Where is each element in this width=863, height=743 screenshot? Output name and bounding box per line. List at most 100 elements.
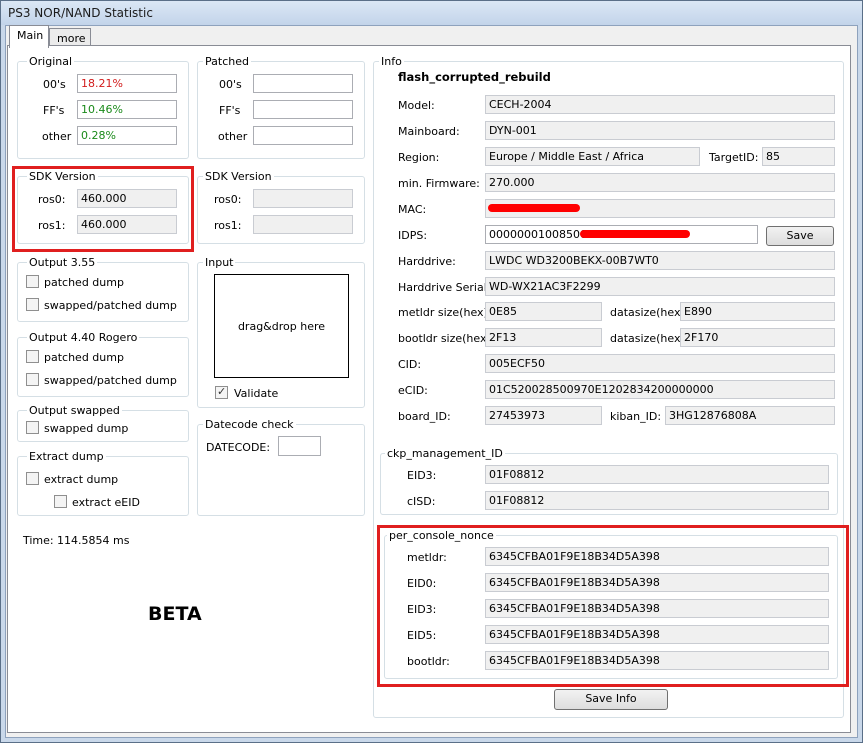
save-info-label: Save Info bbox=[585, 692, 637, 705]
input-title: Input bbox=[203, 256, 236, 269]
patched-00-field[interactable] bbox=[253, 74, 353, 93]
title-bar[interactable]: PS3 NOR/NAND Statistic bbox=[1, 1, 862, 25]
bootldr-size-field: 2F13 bbox=[485, 328, 602, 347]
output-swapped-title: Output swapped bbox=[27, 404, 122, 417]
output-355-swapped-checkbox[interactable] bbox=[26, 298, 39, 311]
board-id-label: board_ID: bbox=[398, 410, 451, 423]
region-field: Europe / Middle East / Africa bbox=[485, 147, 700, 166]
output-440-title: Output 4.40 Rogero bbox=[27, 331, 140, 344]
extract-eeid-checkbox[interactable] bbox=[54, 495, 67, 508]
ckp-cisd-field: 01F08812 bbox=[485, 491, 829, 510]
idps-label: IDPS: bbox=[398, 229, 428, 242]
metldr-size-label: metldr size(hex): bbox=[398, 306, 492, 319]
time-value: 114.5854 ms bbox=[57, 534, 130, 547]
patched-other-field[interactable] bbox=[253, 126, 353, 145]
metldr-size-field: 0E85 bbox=[485, 302, 602, 321]
patched-00-label: 00's bbox=[219, 78, 242, 91]
drag-drop-area[interactable]: drag&drop here bbox=[214, 274, 349, 378]
sdk-highlight-box bbox=[12, 166, 194, 252]
output-355-patched-checkbox[interactable] bbox=[26, 275, 39, 288]
mac-label: MAC: bbox=[398, 203, 427, 216]
metldr-datasize-value: E890 bbox=[684, 305, 712, 318]
extract-dump-checkbox[interactable] bbox=[26, 472, 39, 485]
output-355-group bbox=[17, 262, 189, 322]
mainboard-label: Mainboard: bbox=[398, 125, 460, 138]
ckp-cisd-label: cISD: bbox=[407, 495, 436, 508]
metldr-datasize-field: E890 bbox=[680, 302, 835, 321]
kiban-id-label: kiban_ID: bbox=[610, 410, 662, 423]
ckp-title: ckp_management_ID bbox=[385, 447, 505, 460]
tab-main-label: Main bbox=[17, 29, 44, 42]
kiban-id-value: 3HG12876808A bbox=[669, 409, 757, 422]
ckp-cisd-value: 01F08812 bbox=[489, 494, 545, 507]
ecid-value: 01C520028500970E1202834200000000 bbox=[489, 383, 714, 396]
output-440-group bbox=[17, 337, 189, 397]
output-355-title: Output 3.55 bbox=[27, 256, 98, 269]
board-id-field: 27453973 bbox=[485, 406, 602, 425]
idps-redaction bbox=[580, 230, 690, 238]
bootldr-size-value: 2F13 bbox=[489, 331, 517, 344]
bootldr-datasize-label: datasize(hex): bbox=[610, 332, 689, 345]
save-info-button[interactable]: Save Info bbox=[554, 689, 668, 710]
validate-checkbox[interactable] bbox=[215, 385, 228, 399]
original-ff-field[interactable]: 10.46% bbox=[77, 100, 177, 119]
nonce-highlight-box bbox=[377, 525, 849, 687]
cid-label: CID: bbox=[398, 358, 422, 371]
save-button-label: Save bbox=[786, 229, 814, 242]
output-swapped-checkbox[interactable] bbox=[26, 421, 39, 434]
harddrive-field: ᒪWDC WD3200BEKX-00B7WT0 bbox=[485, 251, 835, 270]
extract-eeid-label[interactable]: extract eEID bbox=[72, 496, 140, 509]
region-label: Region: bbox=[398, 151, 440, 164]
mac-redaction bbox=[488, 204, 580, 212]
ecid-field: 01C520028500970E1202834200000000 bbox=[485, 380, 835, 399]
board-id-value: 27453973 bbox=[489, 409, 545, 422]
drag-drop-text: drag&drop here bbox=[237, 319, 326, 333]
patched-sdk-ros1-field bbox=[253, 215, 353, 234]
datecode-label: DATECODE: bbox=[206, 441, 271, 454]
patched-sdk-ros0-field bbox=[253, 189, 353, 208]
datecode-title: Datecode check bbox=[203, 418, 296, 431]
min-firmware-label: min. Firmware: bbox=[398, 177, 480, 190]
targetid-field: 85 bbox=[762, 147, 835, 166]
harddrive-serial-field: WD-WX21AC3F2299 bbox=[485, 277, 835, 296]
targetid-value: 85 bbox=[766, 150, 780, 163]
cid-value: 005ECF50 bbox=[489, 357, 545, 370]
info-heading: flash_corrupted_rebuild bbox=[398, 70, 551, 84]
original-other-label: other bbox=[42, 130, 72, 143]
bootldr-datasize-value: 2F170 bbox=[684, 331, 719, 344]
ckp-eid3-field: 01F08812 bbox=[485, 465, 829, 484]
output-440-swapped-checkbox[interactable] bbox=[26, 373, 39, 386]
extract-dump-label[interactable]: extract dump bbox=[44, 473, 118, 486]
model-field: CECH-2004 bbox=[485, 95, 835, 114]
harddrive-serial-label: Harddrive Serial: bbox=[398, 281, 491, 294]
mainboard-value: DYN-001 bbox=[489, 124, 537, 137]
region-value: Europe / Middle East / Africa bbox=[489, 150, 645, 163]
validate-label[interactable]: Validate bbox=[234, 387, 278, 400]
output-355-patched-label[interactable]: patched dump bbox=[44, 276, 124, 289]
extract-dump-title: Extract dump bbox=[27, 450, 106, 463]
harddrive-serial-value: WD-WX21AC3F2299 bbox=[489, 280, 601, 293]
output-440-patched-checkbox[interactable] bbox=[26, 350, 39, 363]
save-button[interactable]: Save bbox=[766, 226, 834, 246]
datecode-input[interactable] bbox=[278, 436, 321, 456]
tab-more[interactable]: more bbox=[49, 28, 91, 46]
output-440-patched-label[interactable]: patched dump bbox=[44, 351, 124, 364]
patched-ff-label: FF's bbox=[219, 104, 241, 117]
patched-group-title: Patched bbox=[203, 55, 251, 68]
cid-field: 005ECF50 bbox=[485, 354, 835, 373]
tab-main[interactable]: Main bbox=[9, 25, 49, 48]
mainboard-field: DYN-001 bbox=[485, 121, 835, 140]
window-title: PS3 NOR/NAND Statistic bbox=[8, 6, 153, 20]
min-firmware-value: 270.000 bbox=[489, 176, 535, 189]
original-00-field[interactable]: 18.21% bbox=[77, 74, 177, 93]
bootldr-datasize-field: 2F170 bbox=[680, 328, 835, 347]
time-label: Time: bbox=[23, 534, 54, 547]
output-355-swapped-label[interactable]: swapped/patched dump bbox=[44, 299, 177, 312]
original-00-value: 18.21% bbox=[81, 77, 123, 90]
output-swapped-label[interactable]: swapped dump bbox=[44, 422, 128, 435]
output-440-swapped-label[interactable]: swapped/patched dump bbox=[44, 374, 177, 387]
patched-ff-field[interactable] bbox=[253, 100, 353, 119]
targetid-label: TargetID: bbox=[709, 151, 759, 164]
original-other-field[interactable]: 0.28% bbox=[77, 126, 177, 145]
beta-label: BETA bbox=[148, 603, 202, 625]
